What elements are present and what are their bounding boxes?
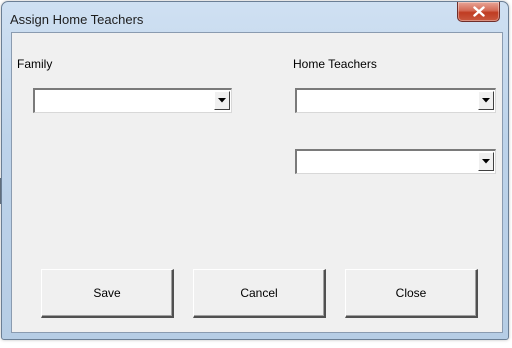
home-teacher-1-dropdown-button[interactable]	[478, 91, 494, 110]
title-bar[interactable]: Assign Home Teachers	[2, 2, 508, 32]
chevron-down-icon	[482, 159, 490, 164]
dialog-body: Family Home Teachers Save Cancel Close	[11, 32, 503, 333]
cancel-button[interactable]: Cancel	[193, 269, 326, 318]
home-teacher-1-dropdown[interactable]	[295, 88, 496, 113]
family-dropdown-button[interactable]	[214, 91, 230, 110]
family-dropdown[interactable]	[33, 88, 232, 113]
save-button[interactable]: Save	[41, 269, 174, 318]
close-button[interactable]: Close	[345, 269, 478, 318]
chevron-down-icon	[218, 98, 226, 103]
dialog-window: Assign Home Teachers Family Home Teacher…	[1, 1, 509, 340]
home-teacher-2-dropdown-button[interactable]	[478, 152, 494, 171]
family-label: Family	[17, 57, 53, 71]
window-title: Assign Home Teachers	[10, 12, 144, 27]
home-teachers-label: Home Teachers	[293, 57, 377, 71]
window-close-button[interactable]	[457, 2, 500, 22]
close-icon	[473, 6, 485, 17]
chevron-down-icon	[482, 98, 490, 103]
home-teacher-2-dropdown[interactable]	[295, 149, 496, 174]
